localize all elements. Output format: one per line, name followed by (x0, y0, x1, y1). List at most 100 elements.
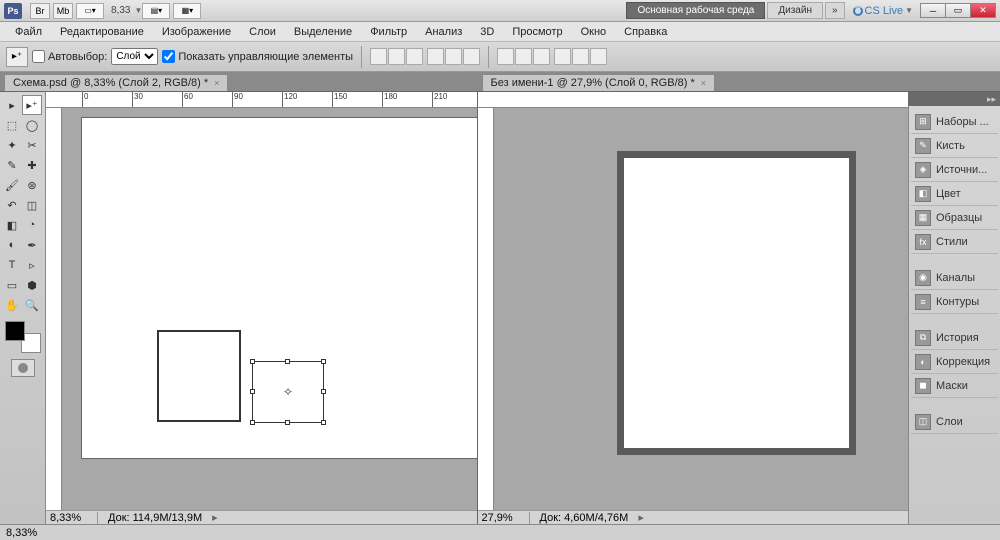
heal-tool[interactable]: ✚ (22, 155, 42, 175)
crop-tool[interactable]: ✂ (22, 135, 42, 155)
transform-handle[interactable] (250, 359, 255, 364)
minimize-button[interactable]: ─ (920, 3, 946, 18)
menu-image[interactable]: Изображение (153, 26, 240, 38)
wand-tool[interactable]: ✦ (2, 135, 22, 155)
panel-кисть[interactable]: ✎Кисть (911, 134, 998, 158)
bridge-icon[interactable]: Br (30, 3, 50, 19)
cslive-button[interactable]: CS Live▼ (853, 5, 913, 17)
zoom-tool[interactable]: 🔍 (22, 295, 42, 315)
menu-edit[interactable]: Редактирование (51, 26, 153, 38)
align-icon[interactable] (427, 48, 444, 65)
eraser-tool[interactable]: ◫ (22, 195, 42, 215)
move-tool[interactable]: ▸ (2, 95, 22, 115)
brush-tool[interactable]: 🖌 (2, 175, 22, 195)
marquee-tool[interactable]: ⬚ (2, 115, 22, 135)
dist-icon[interactable] (554, 48, 571, 65)
menu-select[interactable]: Выделение (285, 26, 361, 38)
maximize-button[interactable]: ▭ (945, 3, 971, 18)
eyedropper-tool[interactable]: ✎ (2, 155, 22, 175)
align-icon[interactable] (463, 48, 480, 65)
menu-help[interactable]: Справка (615, 26, 676, 38)
transform-handle[interactable] (250, 420, 255, 425)
pen-tool[interactable]: ✒ (22, 235, 42, 255)
color-swatches[interactable] (5, 321, 41, 353)
lasso-tool[interactable]: ◯ (22, 115, 42, 135)
close-button[interactable]: ✕ (970, 3, 996, 18)
shape-tool[interactable]: ▭ (2, 275, 22, 295)
canvas-area-1[interactable]: ✧ (62, 108, 477, 510)
path-tool[interactable]: ▹ (22, 255, 42, 275)
menu-filter[interactable]: Фильтр (361, 26, 416, 38)
panel-контуры[interactable]: ≡Контуры (911, 290, 998, 314)
dodge-tool[interactable]: ◐ (2, 235, 22, 255)
panel-история[interactable]: ⧉История (911, 326, 998, 350)
current-tool-icon[interactable]: ▸⁺ (6, 47, 28, 67)
panel-слои[interactable]: ◫Слои (911, 410, 998, 434)
panel-наборы[interactable]: ⊞Наборы ... (911, 110, 998, 134)
rectangle-1[interactable] (157, 330, 241, 422)
history-brush-tool[interactable]: ↶ (2, 195, 22, 215)
dist-icon[interactable] (497, 48, 514, 65)
blur-tool[interactable]: ◔ (22, 215, 42, 235)
close-icon[interactable]: × (214, 78, 219, 88)
panel-каналы[interactable]: ◉Каналы (911, 266, 998, 290)
fg-color[interactable] (5, 321, 25, 341)
menu-analysis[interactable]: Анализ (416, 26, 471, 38)
menu-layers[interactable]: Слои (240, 26, 285, 38)
transform-handle[interactable] (321, 359, 326, 364)
dist-icon[interactable] (533, 48, 550, 65)
zoom-dropdown-icon[interactable]: ▼ (134, 6, 142, 15)
hand-tool[interactable]: ✋ (2, 295, 22, 315)
menu-file[interactable]: Файл (6, 26, 51, 38)
dist-icon[interactable] (572, 48, 589, 65)
menu-view[interactable]: Просмотр (503, 26, 571, 38)
arrange-dropdown[interactable]: ▤▾ (142, 3, 170, 19)
align-icon[interactable] (406, 48, 423, 65)
panel-источни[interactable]: ◈Источни... (911, 158, 998, 182)
panel-стили[interactable]: fxСтили (911, 230, 998, 254)
panels-collapse-bar[interactable]: ▸▸ (908, 92, 1000, 106)
panel-цвет[interactable]: ◧Цвет (911, 182, 998, 206)
rectangle-2-selected[interactable]: ✧ (252, 361, 324, 423)
dist-icon[interactable] (515, 48, 532, 65)
workspace-more-button[interactable]: » (825, 2, 845, 19)
canvas-area-2[interactable] (494, 108, 909, 510)
workspace-design-button[interactable]: Дизайн (767, 2, 823, 19)
panel-маски[interactable]: ◼Маски (911, 374, 998, 398)
autoselect-dropdown[interactable]: Слой (111, 48, 158, 65)
transform-handle[interactable] (321, 389, 326, 394)
menu-3d[interactable]: 3D (471, 26, 503, 38)
align-icon[interactable] (388, 48, 405, 65)
autoselect-checkbox[interactable]: Автовыбор: (32, 50, 107, 63)
tab-doc1[interactable]: Схема.psd @ 8,33% (Слой 2, RGB/8) *× (4, 74, 228, 91)
transform-handle[interactable] (250, 389, 255, 394)
extras-dropdown[interactable]: ▦▾ (173, 3, 201, 19)
minibridge-icon[interactable]: Mb (53, 3, 73, 19)
align-icon[interactable] (370, 48, 387, 65)
panel-коррекция[interactable]: ◐Коррекция (911, 350, 998, 374)
zoom-display[interactable]: 8,33% (50, 512, 98, 524)
canvas-1[interactable]: ✧ (82, 118, 477, 458)
3d-tool[interactable]: ⬢ (22, 275, 42, 295)
workspace-essentials-button[interactable]: Основная рабочая среда (626, 2, 765, 19)
align-icon[interactable] (445, 48, 462, 65)
close-icon[interactable]: × (701, 78, 706, 88)
menu-window[interactable]: Окно (572, 26, 616, 38)
gradient-tool[interactable]: ◧ (2, 215, 22, 235)
stamp-tool[interactable]: ⊛ (22, 175, 42, 195)
screen-mode-dropdown[interactable]: ▭▾ (76, 3, 104, 19)
canvas-2[interactable] (624, 158, 849, 448)
tab-doc2[interactable]: Без имени-1 @ 27,9% (Слой 0, RGB/8) *× (482, 74, 716, 91)
quickmask-button[interactable] (11, 359, 35, 377)
transform-handle[interactable] (285, 420, 290, 425)
show-controls-checkbox[interactable]: Показать управляющие элементы (162, 50, 353, 63)
zoom-display-2[interactable]: 27,9% (482, 512, 530, 524)
info-dropdown-icon[interactable]: ▸ (638, 511, 644, 524)
transform-handle[interactable] (321, 420, 326, 425)
dist-icon[interactable] (590, 48, 607, 65)
panel-образцы[interactable]: ▦Образцы (911, 206, 998, 230)
info-dropdown-icon[interactable]: ▸ (212, 511, 218, 524)
type-tool[interactable]: T (2, 255, 22, 275)
transform-handle[interactable] (285, 359, 290, 364)
move-tool-selected[interactable]: ▸⁺ (22, 95, 42, 115)
